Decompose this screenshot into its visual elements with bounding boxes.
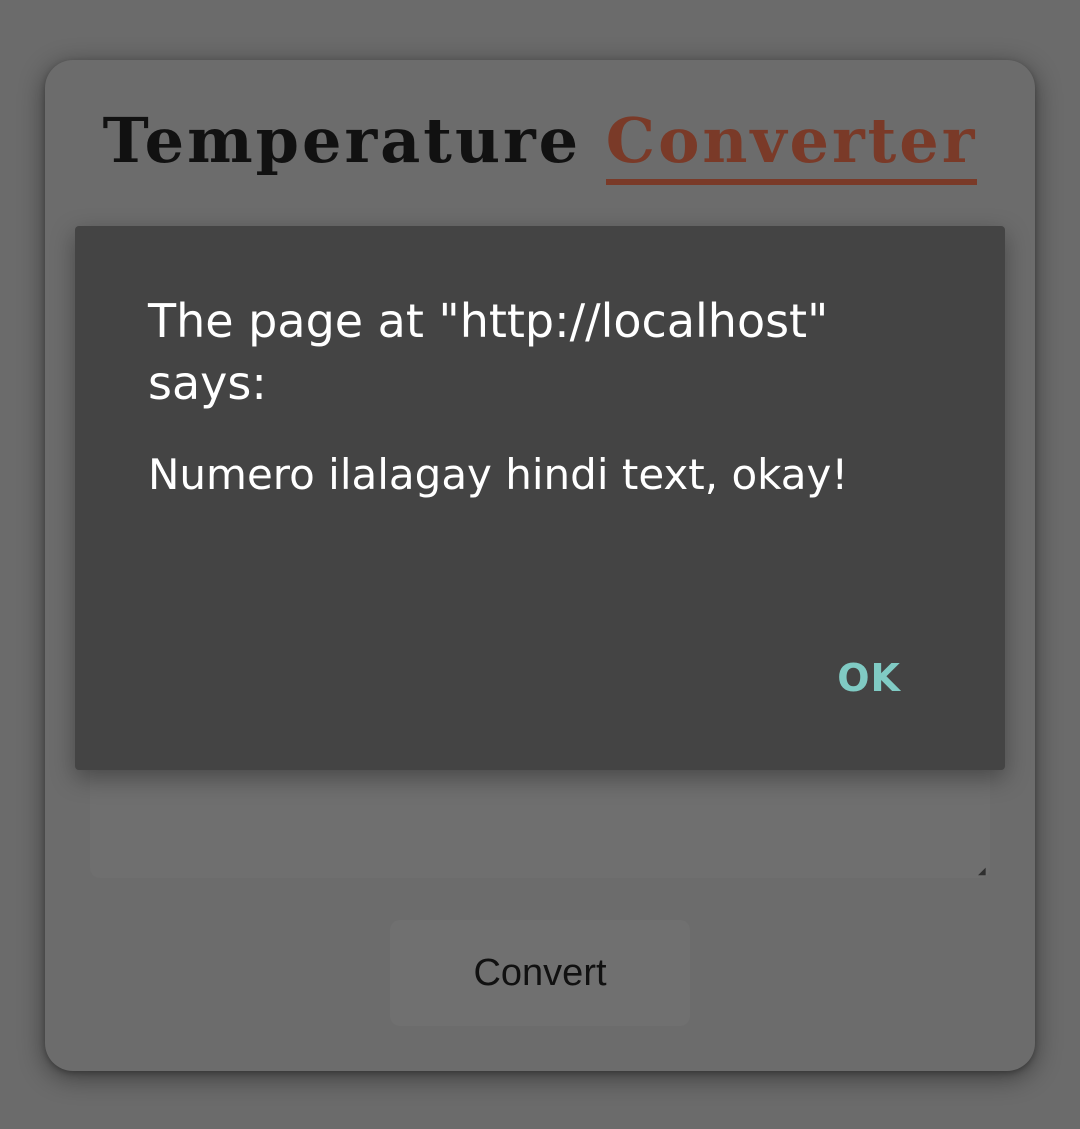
title-word-converter: Converter — [605, 104, 978, 185]
title-word-temperature: Temperature — [102, 104, 582, 177]
convert-button[interactable]: Convert — [390, 920, 690, 1026]
page-background: Temperature Converter ◢ Convert The page… — [0, 0, 1080, 1129]
alert-dialog: The page at "http://localhost" says: Num… — [75, 226, 1005, 770]
dialog-message: Numero ilalagay hindi text, okay! — [148, 450, 849, 499]
page-title: Temperature Converter — [0, 104, 1080, 185]
dialog-title: The page at "http://localhost" says: — [148, 294, 829, 410]
resize-handle-icon[interactable]: ◢ — [978, 867, 986, 877]
ok-button[interactable]: OK — [837, 650, 901, 706]
